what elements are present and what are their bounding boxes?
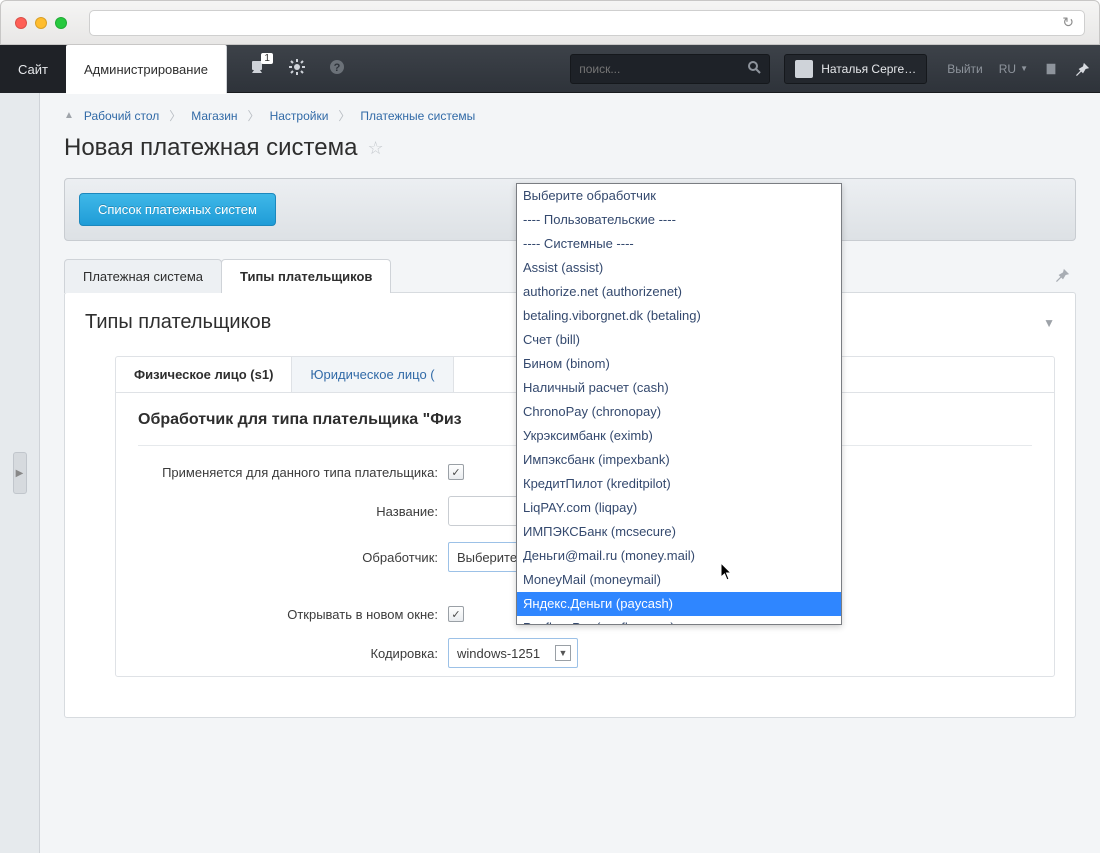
chevron-down-icon: ▼ xyxy=(1020,64,1028,73)
dropdown-option[interactable]: Payflow Pro (payflow_pro) xyxy=(517,616,841,624)
name-label: Название: xyxy=(138,504,448,519)
tab-payer-types[interactable]: Типы плательщиков xyxy=(221,259,391,293)
list-payment-systems-button[interactable]: Список платежных систем xyxy=(79,193,276,226)
sidebar-expand-button[interactable]: ▶ xyxy=(13,452,27,494)
breadcrumb-item[interactable]: Рабочий стол xyxy=(84,109,159,123)
dropdown-option[interactable]: Бином (binom) xyxy=(517,352,841,376)
encoding-select-value: windows-1251 xyxy=(457,646,540,661)
encoding-label: Кодировка: xyxy=(138,646,448,661)
subtab-individual[interactable]: Физическое лицо (s1) xyxy=(116,357,292,392)
favorite-star-icon[interactable]: ☆ xyxy=(367,138,383,159)
dropdown-option[interactable]: Яндекс.Деньги (paycash) xyxy=(517,592,841,616)
tab-payment-system[interactable]: Платежная система xyxy=(64,259,222,293)
dropdown-option[interactable]: Счет (bill) xyxy=(517,328,841,352)
dropdown-option[interactable]: betaling.viborgnet.dk (betaling) xyxy=(517,304,841,328)
url-bar[interactable]: ↻ xyxy=(89,10,1085,36)
breadcrumb-separator-icon: 〉 xyxy=(248,107,260,124)
breadcrumb-item[interactable]: Настройки xyxy=(270,109,329,123)
dropdown-option[interactable]: Assist (assist) xyxy=(517,256,841,280)
breadcrumb-separator-icon: 〉 xyxy=(338,107,350,124)
breadcrumb-item[interactable]: Платежные системы xyxy=(360,109,475,123)
search-box[interactable] xyxy=(570,54,770,84)
reload-icon[interactable]: ↻ xyxy=(1062,14,1074,31)
favorites-button[interactable] xyxy=(1036,45,1066,92)
logout-link[interactable]: Выйти xyxy=(939,45,991,92)
breadcrumb-separator-icon: 〉 xyxy=(169,107,181,124)
app-top-bar: Сайт Администрирование 1 ? Наталья Серге… xyxy=(0,45,1100,93)
handler-dropdown-list[interactable]: Выберите обработчик---- Пользовательские… xyxy=(516,183,842,625)
dropdown-option[interactable]: LiqPAY.com (liqpay) xyxy=(517,496,841,520)
breadcrumb-root-icon: ▲ xyxy=(64,110,74,121)
user-name: Наталья Серге… xyxy=(821,62,916,76)
dropdown-option[interactable]: ---- Системные ---- xyxy=(517,232,841,256)
chevron-down-icon: ▼ xyxy=(555,645,571,661)
subtab-legal[interactable]: Юридическое лицо ( xyxy=(292,357,453,392)
handler-label: Обработчик: xyxy=(138,550,448,565)
mouse-cursor-icon xyxy=(720,562,734,582)
dropdown-option[interactable]: Импэксбанк (impexbank) xyxy=(517,448,841,472)
close-window-button[interactable] xyxy=(15,17,27,29)
dropdown-option[interactable]: ChronoPay (chronopay) xyxy=(517,400,841,424)
newwin-label: Открывать в новом окне: xyxy=(138,607,448,622)
browser-chrome: ↻ xyxy=(0,0,1100,45)
dropdown-option[interactable]: authorize.net (authorizenet) xyxy=(517,280,841,304)
minimize-window-button[interactable] xyxy=(35,17,47,29)
dropdown-option[interactable]: Выберите обработчик xyxy=(517,184,841,208)
dropdown-option[interactable]: ИМПЭКСБанк (mcsecure) xyxy=(517,520,841,544)
search-input[interactable] xyxy=(579,62,747,76)
pin-icon xyxy=(1056,268,1070,282)
dropdown-option[interactable]: Наличный расчет (cash) xyxy=(517,376,841,400)
apply-label: Применяется для данного типа плательщика… xyxy=(138,465,448,480)
breadcrumb-item[interactable]: Магазин xyxy=(191,109,237,123)
breadcrumb: ▲ Рабочий стол 〉 Магазин 〉 Настройки 〉 П… xyxy=(64,107,1076,124)
encoding-select[interactable]: windows-1251 ▼ xyxy=(448,638,578,668)
page-title: Новая платежная система ☆ xyxy=(64,134,1076,162)
tab-admin[interactable]: Администрирование xyxy=(66,45,227,93)
help-icon: ? xyxy=(329,59,345,78)
avatar-icon xyxy=(795,60,813,78)
settings-button[interactable] xyxy=(277,45,317,92)
window-controls xyxy=(15,17,67,29)
user-menu[interactable]: Наталья Серге… xyxy=(784,54,927,84)
dropdown-option[interactable]: ---- Пользовательские ---- xyxy=(517,208,841,232)
tab-site[interactable]: Сайт xyxy=(0,45,66,93)
dropdown-option[interactable]: Укрэксимбанк (eximb) xyxy=(517,424,841,448)
help-button[interactable]: ? xyxy=(317,45,357,92)
notifications-button[interactable]: 1 xyxy=(237,45,277,92)
sidebar-collapsed: ▶ xyxy=(0,93,40,853)
collapse-panel-button[interactable]: ▼ xyxy=(1043,316,1055,330)
dropdown-option[interactable]: КредитПилот (kreditpilot) xyxy=(517,472,841,496)
panel-heading: Типы плательщиков xyxy=(85,311,271,334)
language-selector[interactable]: RU▼ xyxy=(991,45,1036,92)
newwin-checkbox[interactable]: ✓ xyxy=(448,606,464,622)
apply-checkbox[interactable]: ✓ xyxy=(448,464,464,480)
pin-button[interactable] xyxy=(1066,45,1100,92)
maximize-window-button[interactable] xyxy=(55,17,67,29)
pin-icon xyxy=(1076,62,1090,76)
bookmark-icon xyxy=(1044,62,1058,76)
dropdown-option[interactable]: Деньги@mail.ru (money.mail) xyxy=(517,544,841,568)
tab-pin-button[interactable] xyxy=(1050,260,1076,293)
dropdown-option[interactable]: MoneyMail (moneymail) xyxy=(517,568,841,592)
gear-icon xyxy=(289,59,305,78)
search-icon[interactable] xyxy=(747,60,761,77)
svg-text:?: ? xyxy=(334,62,341,74)
notifications-count: 1 xyxy=(261,53,273,64)
